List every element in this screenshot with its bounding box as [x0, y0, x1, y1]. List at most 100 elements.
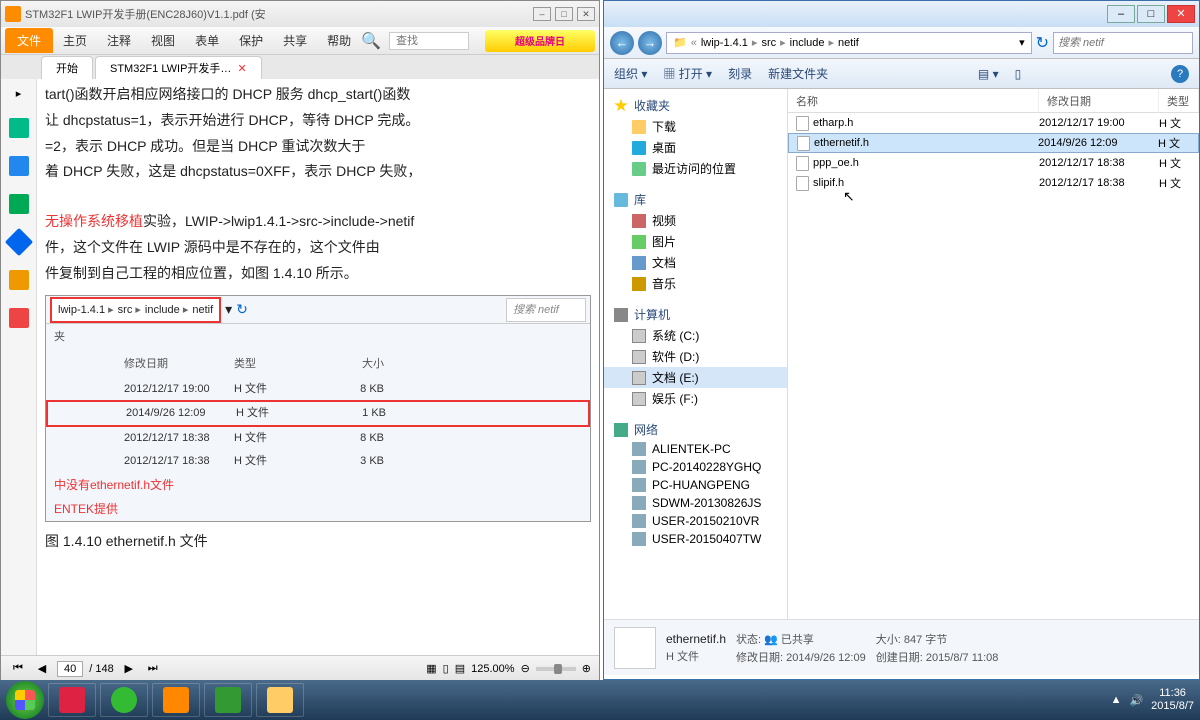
pdf-sidebar: ▸	[1, 79, 37, 655]
tree-downloads[interactable]: 下载	[604, 116, 787, 137]
close-button[interactable]: ✕	[577, 7, 595, 21]
pdf-tabs: 开始 STM32F1 LWIP开发手…✕	[1, 55, 599, 79]
tab-start[interactable]: 开始	[41, 56, 93, 79]
tree-host[interactable]: USER-20150407TW	[604, 530, 787, 548]
breadcrumb: lwip-1.4.1srcincludenetif	[50, 297, 221, 324]
file-row[interactable]: slipif.h2012/12/17 18:38H 文	[788, 173, 1199, 193]
open-button[interactable]: ▦ 打开 ▾	[663, 65, 712, 82]
bookmark-icon[interactable]	[9, 194, 29, 214]
file-icon	[797, 136, 810, 151]
tree-drive-f[interactable]: 娱乐 (F:)	[604, 388, 787, 409]
pdf-titlebar: STM32F1 LWIP开发手册(ENC28J60)V1.1.pdf (安 – …	[1, 1, 599, 27]
back-button[interactable]: ←	[610, 31, 634, 55]
pdf-reader-window: STM32F1 LWIP开发手册(ENC28J60)V1.1.pdf (安 – …	[0, 0, 600, 680]
maximize-button[interactable]: □	[555, 7, 573, 21]
file-icon	[796, 156, 809, 171]
tree-music[interactable]: 音乐	[604, 273, 787, 294]
close-button[interactable]: ✕	[1167, 5, 1195, 23]
pdf-statusbar: ⏮ ◀ 40 / 148 ▶ ⏭ ▦ ▯ ▤ 125.00% ⊖ ⊕	[1, 655, 599, 681]
page-icon[interactable]	[9, 118, 29, 138]
file-row[interactable]: ethernetif.h2014/9/26 12:09H 文	[788, 133, 1199, 153]
favorites-group[interactable]: 收藏夹	[604, 95, 787, 116]
prev-page-button[interactable]: ◀	[33, 662, 51, 675]
maximize-button[interactable]: □	[1137, 5, 1165, 23]
expand-icon[interactable]: ▸	[16, 87, 22, 100]
list-header[interactable]: 名称 修改日期 类型	[788, 89, 1199, 113]
tree-host[interactable]: PC-HUANGPENG	[604, 476, 787, 494]
clipboard-icon[interactable]	[9, 156, 29, 176]
single-page-icon[interactable]: ▯	[443, 662, 449, 675]
menu-help[interactable]: 帮助	[317, 28, 361, 53]
file-row[interactable]: etharp.h2012/12/17 19:00H 文	[788, 113, 1199, 133]
menu-form[interactable]: 表单	[185, 28, 229, 53]
menu-comment[interactable]: 注释	[97, 28, 141, 53]
pdf-content: tart()函数开启相应网络接口的 DHCP 服务 dhcp_start()函数…	[37, 79, 599, 655]
tree-documents[interactable]: 文档	[604, 252, 787, 273]
first-page-button[interactable]: ⏮	[9, 662, 27, 675]
tree-host[interactable]: ALIENTEK-PC	[604, 440, 787, 458]
minimize-button[interactable]: –	[1107, 5, 1135, 23]
zoom-level: 125.00%	[471, 663, 514, 675]
lock-icon[interactable]	[9, 270, 29, 290]
last-page-button[interactable]: ⏭	[144, 662, 162, 675]
explorer-titlebar: – □ ✕	[604, 1, 1199, 27]
menu-file[interactable]: 文件	[5, 28, 53, 53]
zoom-out-button[interactable]: ⊖	[521, 662, 530, 675]
view-button[interactable]: ▤ ▾	[978, 67, 999, 81]
tree-recent[interactable]: 最近访问的位置	[604, 158, 787, 179]
tray-icon[interactable]: ▲	[1111, 694, 1122, 706]
burn-button[interactable]: 刻录	[728, 65, 752, 82]
library-group[interactable]: 库	[604, 189, 787, 210]
taskbar-app-explorer[interactable]	[256, 683, 304, 717]
minimize-button[interactable]: –	[533, 7, 551, 21]
menu-protect[interactable]: 保护	[229, 28, 273, 53]
preview-pane-button[interactable]: ▯	[1015, 67, 1022, 81]
tree-drive-d[interactable]: 软件 (D:)	[604, 346, 787, 367]
file-row[interactable]: ppp_oe.h2012/12/17 18:38H 文	[788, 153, 1199, 173]
promo-banner[interactable]: 超级品牌日	[485, 30, 595, 52]
tray-icon[interactable]: 🔊	[1129, 694, 1143, 707]
refresh-button[interactable]: ↻	[1036, 33, 1049, 53]
search-input[interactable]	[389, 32, 469, 50]
menu-view[interactable]: 视图	[141, 28, 185, 53]
navigation-tree: 收藏夹 下载 桌面 最近访问的位置 库 视频 图片 文档 音乐 计算机 系统 (…	[604, 89, 788, 619]
tree-drive-c[interactable]: 系统 (C:)	[604, 325, 787, 346]
clock[interactable]: 11:362015/8/7	[1151, 687, 1194, 713]
zoom-slider[interactable]	[536, 667, 576, 671]
taskbar-app-browser[interactable]	[100, 683, 148, 717]
close-icon[interactable]: ✕	[237, 62, 246, 75]
tree-host[interactable]: USER-20150210VR	[604, 512, 787, 530]
forward-button[interactable]: →	[638, 31, 662, 55]
next-page-button[interactable]: ▶	[120, 662, 138, 675]
computer-group[interactable]: 计算机	[604, 304, 787, 325]
breadcrumb[interactable]: 📁« lwip-1.4.1▸ src▸ include▸ netif ▾	[666, 32, 1032, 54]
tree-host[interactable]: PC-20140228YGHQ	[604, 458, 787, 476]
network-group[interactable]: 网络	[604, 419, 787, 440]
page-input[interactable]: 40	[57, 661, 83, 677]
pdf-menubar: 文件 主页 注释 视图 表单 保护 共享 帮助 🔍 超级品牌日	[1, 27, 599, 55]
search-input[interactable]	[1053, 32, 1193, 54]
tree-desktop[interactable]: 桌面	[604, 137, 787, 158]
tree-pictures[interactable]: 图片	[604, 231, 787, 252]
organize-button[interactable]: 组织 ▾	[614, 65, 647, 82]
taskbar-app-vs[interactable]	[204, 683, 252, 717]
layout-icon[interactable]: ▦	[426, 662, 436, 675]
new-folder-button[interactable]: 新建文件夹	[768, 65, 828, 82]
tree-video[interactable]: 视频	[604, 210, 787, 231]
menu-home[interactable]: 主页	[53, 28, 97, 53]
tree-drive-e[interactable]: 文档 (E:)	[604, 367, 787, 388]
taskbar-app-powerpoint[interactable]	[48, 683, 96, 717]
tree-host[interactable]: SDWM-20130826JS	[604, 494, 787, 512]
help-icon[interactable]: ?	[1171, 65, 1189, 83]
system-tray[interactable]: ▲ 🔊 11:362015/8/7	[1111, 687, 1194, 713]
attachment-icon[interactable]	[4, 228, 32, 256]
tab-document[interactable]: STM32F1 LWIP开发手…✕	[95, 56, 262, 79]
continuous-icon[interactable]: ▤	[455, 662, 465, 675]
taskbar-app-foxit[interactable]	[152, 683, 200, 717]
zoom-in-button[interactable]: ⊕	[582, 662, 591, 675]
signature-icon[interactable]	[9, 308, 29, 328]
menu-share[interactable]: 共享	[273, 28, 317, 53]
app-icon	[5, 6, 21, 22]
start-button[interactable]	[6, 681, 44, 719]
details-pane: ethernetif.h H 文件 状态: 👥 已共享 修改日期: 2014/9…	[604, 619, 1199, 675]
